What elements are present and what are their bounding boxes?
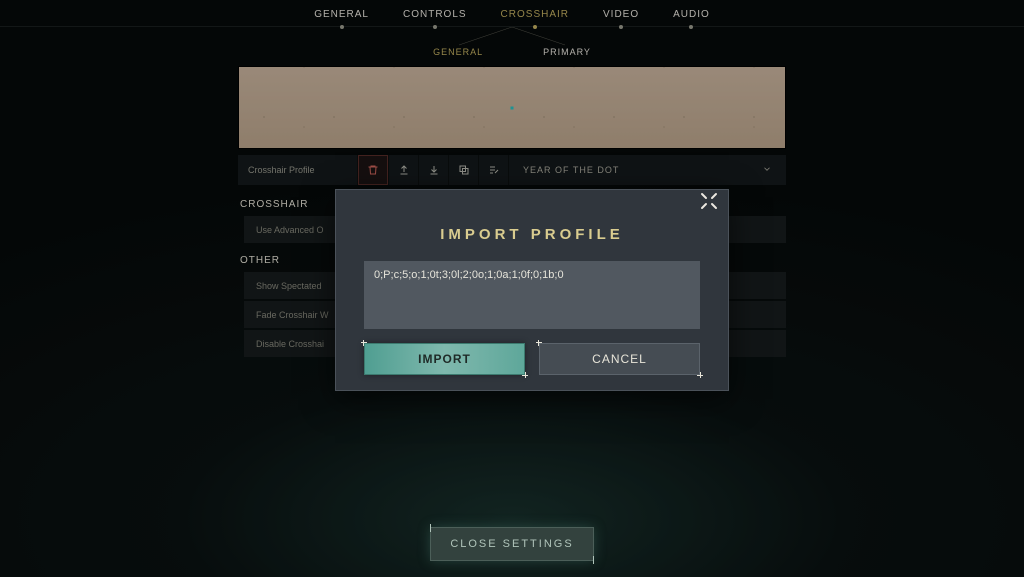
close-icon xyxy=(697,189,721,213)
cancel-button[interactable]: CANCEL xyxy=(539,343,700,375)
modal-button-row: IMPORT CANCEL xyxy=(336,329,728,375)
modal-title: IMPORT PROFILE xyxy=(336,190,728,243)
profile-code-input[interactable]: 0;P;c;5;o;1;0t;3;0l;2;0o;1;0a;1;0f;0;1b;… xyxy=(364,261,700,329)
modal-close-button[interactable] xyxy=(696,188,722,214)
cancel-button-label: CANCEL xyxy=(592,352,647,366)
close-settings-button[interactable]: CLOSE SETTINGS xyxy=(430,527,594,561)
import-button-label: IMPORT xyxy=(418,352,471,366)
import-profile-modal: IMPORT PROFILE 0;P;c;5;o;1;0t;3;0l;2;0o;… xyxy=(335,189,729,391)
import-button[interactable]: IMPORT xyxy=(364,343,525,375)
close-settings-label: CLOSE SETTINGS xyxy=(450,538,573,550)
